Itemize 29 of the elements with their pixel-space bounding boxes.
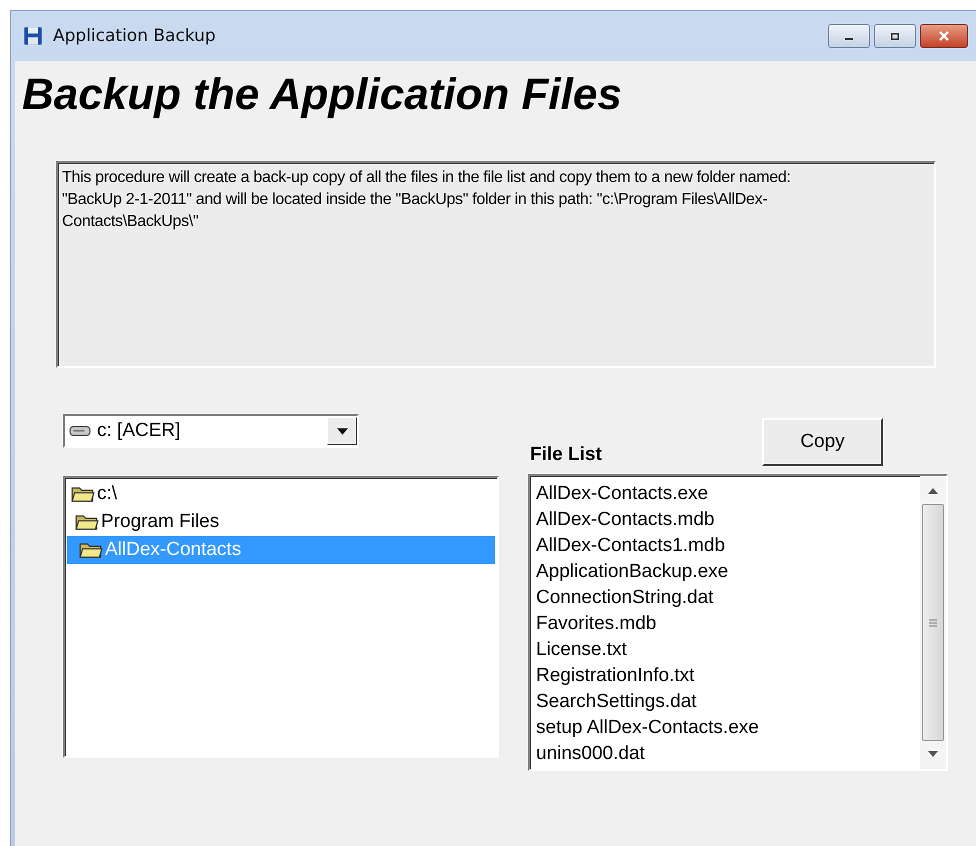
close-icon bbox=[939, 31, 949, 41]
copy-button[interactable]: Copy bbox=[762, 418, 883, 466]
file-item[interactable]: unins000.dat bbox=[536, 741, 914, 767]
file-item[interactable]: License.txt bbox=[536, 637, 914, 663]
scroll-up-icon[interactable] bbox=[928, 488, 938, 494]
folder-item[interactable]: c:\ bbox=[67, 480, 495, 508]
folder-item[interactable]: Program Files bbox=[67, 508, 495, 536]
drive-dropdown[interactable]: c: [ACER] bbox=[63, 414, 359, 448]
maximize-button[interactable] bbox=[874, 24, 916, 48]
heading: Backup the Application Files bbox=[22, 69, 623, 121]
file-item[interactable]: AllDex-Contacts1.mdb bbox=[536, 533, 914, 559]
file-item[interactable]: AllDex-Contacts.mdb bbox=[536, 507, 914, 533]
file-item[interactable]: ConnectionString.dat bbox=[536, 585, 914, 611]
window-title: Application Backup bbox=[53, 26, 216, 46]
scrollbar[interactable] bbox=[920, 476, 946, 769]
file-item[interactable]: SearchSettings.dat bbox=[536, 689, 914, 715]
close-button[interactable] bbox=[920, 24, 968, 48]
description-text: This procedure will create a back-up copy of all the files in the file list and copy them to a new folder named: "BackUp 2-1-2011" and will be located inside the "BackUps" folder in this path: "c:\Program Files\AllDex-Contacts\BackUps\" bbox=[56, 161, 936, 368]
scroll-thumb[interactable] bbox=[922, 504, 944, 741]
file-item[interactable]: Favorites.mdb bbox=[536, 611, 914, 637]
file-item[interactable]: setup AllDex-Contacts.exe bbox=[536, 715, 914, 741]
maximize-icon bbox=[891, 32, 899, 40]
file-item[interactable]: AllDex-Contacts.exe bbox=[536, 481, 914, 507]
minimize-icon bbox=[845, 38, 853, 40]
drive-icon bbox=[69, 424, 91, 438]
file-list-label: File List bbox=[530, 444, 602, 466]
file-item[interactable]: ApplicationBackup.exe bbox=[536, 559, 914, 585]
scroll-down-icon[interactable] bbox=[928, 751, 938, 757]
file-item[interactable]: RegistrationInfo.txt bbox=[536, 663, 914, 689]
